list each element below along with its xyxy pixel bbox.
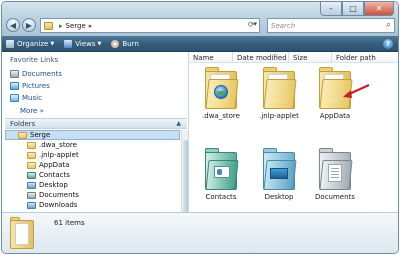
tree-item-downloads[interactable]: Downloads [5, 200, 180, 210]
favorite-link-label: Pictures [22, 82, 50, 90]
favorite-links-heading: Favorite Links [10, 56, 59, 64]
downloads-icon [27, 201, 36, 209]
tree-item-desktop[interactable]: Desktop [5, 180, 180, 190]
breadcrumb-serge[interactable]: Serge [66, 22, 86, 30]
command-bar: Organize ▼ Views ▼ Burn ? [2, 36, 398, 52]
explorer-window: – □ ✕ ◀ ▶ ▸ Serge ▸ ▾ ⟳ Search ⌕ Organiz… [1, 1, 399, 254]
more-links[interactable]: More » [20, 107, 44, 115]
documents-folder-icon [317, 148, 353, 190]
help-icon[interactable]: ? [383, 39, 393, 49]
contacts-icon [27, 171, 36, 179]
favorite-link-label: Music [22, 94, 42, 102]
burn-label: Burn [122, 39, 139, 48]
tree-item-appdata[interactable]: AppData [5, 160, 180, 170]
breadcrumb-separator-icon[interactable]: ▸ [59, 22, 63, 30]
file-item-contacts[interactable]: Contacts [191, 148, 251, 201]
documents-icon [27, 191, 36, 199]
search-placeholder: Search [271, 21, 296, 30]
breadcrumb-separator-icon[interactable]: ▸ [89, 22, 93, 30]
folder-icon [27, 151, 36, 159]
tree-item-label: Serge [30, 131, 51, 139]
tree-item-label: Downloads [39, 201, 78, 209]
chevron-down-icon: ▼ [50, 40, 55, 47]
contacts-folder-icon [203, 148, 239, 190]
file-item-label: .jnlp-applet [259, 112, 299, 120]
tree-item-label: Desktop [39, 181, 68, 189]
favorite-link-pictures[interactable]: Pictures [10, 82, 50, 90]
forward-button[interactable]: ▶ [22, 18, 36, 32]
tree-item-label: Documents [39, 191, 79, 199]
back-button[interactable]: ◀ [6, 18, 20, 32]
window-controls: – □ ✕ [320, 2, 394, 17]
title-bar: – □ ✕ ◀ ▶ ▸ Serge ▸ ▾ ⟳ Search ⌕ [2, 2, 398, 36]
organize-icon [6, 39, 14, 48]
file-item-label: Contacts [205, 193, 237, 201]
organize-button[interactable]: Organize ▼ [6, 39, 55, 48]
file-item-label: Desktop [264, 193, 294, 201]
navigation-pane: Favorite Links Documents Pictures Music … [2, 52, 189, 253]
file-item-label: AppData [319, 112, 351, 120]
folder-tree: Serge .dwa_store .jnlp-applet AppData Co… [5, 130, 180, 210]
tree-item-serge[interactable]: Serge [5, 130, 180, 140]
favorite-link-documents[interactable]: Documents [10, 70, 62, 78]
forward-arrow-icon: ▶ [25, 20, 33, 30]
chevron-up-icon: ▲ [176, 120, 181, 127]
close-button[interactable]: ✕ [364, 2, 394, 16]
desktop-folder-icon [261, 148, 297, 190]
tree-item-label: AppData [39, 161, 70, 169]
item-count: 61 items [54, 219, 85, 227]
file-item-desktop[interactable]: Desktop [249, 148, 309, 201]
folder-icon [27, 161, 36, 169]
column-headers: Name Date modified Size Folder path [189, 52, 398, 63]
documents-icon [10, 70, 19, 78]
folder-thumbnail-icon [10, 217, 36, 249]
tree-item-label: .dwa_store [39, 141, 77, 149]
column-header-folder-path[interactable]: Folder path [332, 52, 398, 63]
folders-header[interactable]: Folders ▲ [5, 118, 187, 129]
file-item-label: Documents [315, 193, 355, 201]
minimize-button[interactable]: – [320, 2, 342, 16]
pictures-icon [10, 82, 19, 90]
folder-with-globe-icon [203, 67, 239, 109]
favorite-link-label: Documents [22, 70, 62, 78]
column-header-size[interactable]: Size [289, 52, 332, 63]
tree-item-label: .jnlp-applet [39, 151, 79, 159]
file-item-documents[interactable]: Documents [305, 148, 365, 201]
search-input[interactable]: Search ⌕ [267, 18, 395, 33]
file-item-jnlp-applet[interactable]: .jnlp-applet [249, 67, 309, 120]
column-header-name[interactable]: Name [189, 52, 233, 63]
burn-disc-icon [111, 39, 120, 48]
folders-heading: Folders [10, 119, 36, 128]
chevron-down-icon: ▼ [97, 40, 102, 47]
details-pane: 61 items [2, 212, 398, 253]
views-label: Views [75, 39, 96, 48]
back-arrow-icon: ◀ [9, 20, 17, 30]
folder-icon [27, 141, 36, 149]
tree-item-documents[interactable]: Documents [5, 190, 180, 200]
file-item-label: .dwa_store [202, 112, 240, 120]
search-icon[interactable]: ⌕ [386, 20, 391, 30]
file-list-pane: Name Date modified Size Folder path .dwa… [189, 52, 398, 212]
tree-item-jnlp-applet[interactable]: .jnlp-applet [5, 150, 180, 160]
views-icon [64, 39, 73, 48]
column-header-date-modified[interactable]: Date modified [233, 52, 289, 63]
refresh-icon[interactable]: ⟳ [248, 20, 255, 29]
tree-item-dwa-store[interactable]: .dwa_store [5, 140, 180, 150]
folder-icon [261, 67, 297, 109]
tree-item-contacts[interactable]: Contacts [5, 170, 180, 180]
file-item-dwa-store[interactable]: .dwa_store [191, 67, 251, 120]
organize-label: Organize [17, 39, 49, 48]
burn-button[interactable]: Burn [111, 39, 139, 48]
desktop-icon [27, 181, 36, 189]
tree-item-label: Contacts [39, 171, 70, 179]
user-folder-icon [18, 131, 27, 139]
views-button[interactable]: Views ▼ [64, 39, 102, 48]
folder-icon [44, 21, 53, 30]
address-bar[interactable]: ▸ Serge ▸ ▾ [40, 18, 260, 33]
favorite-link-music[interactable]: Music [10, 94, 42, 102]
music-icon [10, 94, 19, 102]
maximize-button[interactable]: □ [342, 2, 364, 16]
red-arrow-annotation-icon [343, 83, 370, 98]
